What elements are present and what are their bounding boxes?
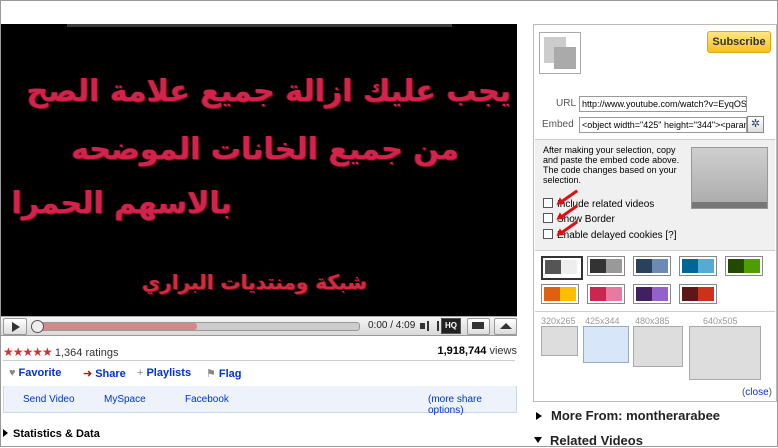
video-caption-line-3: بالاسهم الحمرا bbox=[11, 186, 232, 221]
gear-icon[interactable]: ✲ bbox=[747, 116, 764, 133]
color-swatch[interactable] bbox=[587, 284, 625, 304]
embed-preview bbox=[691, 147, 768, 209]
favorite-icon: ♥ bbox=[9, 367, 16, 379]
embed-panel: Subscribe URL http://www.youtube.com/wat… bbox=[533, 24, 777, 402]
color-swatch[interactable] bbox=[725, 256, 763, 276]
more-share-options-link[interactable]: (more share options) bbox=[428, 394, 516, 416]
collapse-arrow-icon bbox=[534, 437, 542, 443]
hq-button[interactable]: HQ bbox=[441, 318, 461, 334]
plus-icon: + bbox=[137, 367, 144, 379]
view-count: 1,918,744 views bbox=[437, 345, 517, 357]
fullscreen-button[interactable] bbox=[494, 318, 517, 335]
color-swatch[interactable] bbox=[679, 284, 717, 304]
option-show-border[interactable]: Show Border bbox=[543, 213, 615, 225]
seek-bar[interactable] bbox=[31, 320, 360, 333]
size-option-425[interactable] bbox=[583, 326, 629, 363]
expand-arrow-icon bbox=[536, 412, 542, 420]
size-options: 320x265 425x344 480x385 640x505 bbox=[535, 311, 775, 397]
color-swatch[interactable] bbox=[633, 256, 671, 276]
embed-field[interactable]: <object width="425" height="344"><param bbox=[579, 117, 747, 133]
color-swatch[interactable] bbox=[633, 284, 671, 304]
url-label: URL bbox=[556, 98, 577, 109]
seek-loaded-fill bbox=[34, 323, 197, 330]
size-option-320[interactable] bbox=[541, 326, 578, 356]
related-videos-toggle[interactable]: Related Videos bbox=[534, 433, 643, 448]
size-label-640: 640x505 bbox=[703, 316, 738, 326]
send-video-link[interactable]: Send Video bbox=[23, 394, 75, 405]
expand-arrow-icon bbox=[3, 429, 8, 437]
ratings: ★★★★★ 1,364 ratings bbox=[3, 345, 118, 359]
size-label-480: 480x385 bbox=[635, 316, 670, 326]
embed-hint: After making your selection, copy and pa… bbox=[543, 145, 680, 185]
channel-avatar[interactable] bbox=[539, 32, 581, 74]
embed-options: After making your selection, copy and pa… bbox=[535, 139, 775, 250]
size-label-425: 425x344 bbox=[585, 316, 620, 326]
time-display: 0:00 / 4:09 bbox=[368, 320, 416, 331]
close-link[interactable]: (close) bbox=[742, 387, 772, 398]
share-panel: Send Video MySpace Facebook (more share … bbox=[3, 386, 517, 416]
video-player[interactable]: يجب عليك ازالة جميع علامة الصح من جميع ا… bbox=[1, 24, 517, 316]
color-swatch[interactable] bbox=[541, 284, 579, 304]
more-from-toggle[interactable]: More From: montherarabee bbox=[536, 408, 720, 423]
subscribe-button[interactable]: Subscribe bbox=[707, 31, 771, 53]
widescreen-button[interactable] bbox=[467, 318, 490, 335]
color-swatch[interactable] bbox=[679, 256, 717, 276]
views-label: views bbox=[489, 345, 517, 357]
flag-button[interactable]: ⚑ Flag bbox=[206, 367, 242, 380]
statistics-toggle[interactable]: Statistics & Data bbox=[3, 428, 100, 440]
color-swatch[interactable] bbox=[587, 256, 625, 276]
player-controls: 0:00 / 4:09 HQ bbox=[1, 316, 517, 336]
views-number: 1,918,744 bbox=[437, 345, 487, 357]
color-swatches bbox=[535, 250, 775, 308]
video-top-line bbox=[67, 24, 452, 27]
seek-handle[interactable] bbox=[31, 320, 44, 333]
rating-stars-icon[interactable]: ★★★★★ bbox=[3, 345, 53, 359]
video-caption-line-2: من جميع الخانات الموضحه bbox=[71, 132, 459, 167]
facebook-link[interactable]: Facebook bbox=[185, 394, 229, 405]
playlists-button[interactable]: + Playlists bbox=[137, 367, 191, 379]
flag-icon: ⚑ bbox=[206, 368, 216, 380]
video-caption-line-1: يجب عليك ازالة جميع علامة الصح bbox=[26, 74, 511, 109]
url-field[interactable]: http://www.youtube.com/watch?v=EyqOSy bbox=[579, 96, 747, 112]
myspace-link[interactable]: MySpace bbox=[104, 394, 146, 405]
volume-icon[interactable] bbox=[420, 320, 439, 332]
color-swatch[interactable] bbox=[541, 256, 583, 280]
action-bar: ♥ Favorite ➜ Share + Playlists ⚑ Flag bbox=[3, 360, 515, 387]
favorite-button[interactable]: ♥ Favorite bbox=[9, 367, 61, 379]
ratings-count: 1,364 ratings bbox=[54, 347, 119, 359]
checkbox[interactable] bbox=[543, 213, 553, 223]
share-arrow-icon: ➜ bbox=[83, 368, 93, 380]
top-strip bbox=[1, 1, 777, 23]
video-caption-credit: شبكة ومنتديات البراري bbox=[142, 270, 367, 294]
checkbox[interactable] bbox=[543, 198, 553, 208]
size-option-640[interactable] bbox=[689, 326, 761, 380]
size-option-480[interactable] bbox=[633, 326, 683, 367]
share-button[interactable]: ➜ Share bbox=[83, 367, 126, 380]
embed-label: Embed bbox=[542, 119, 574, 130]
checkbox[interactable] bbox=[543, 229, 553, 239]
size-label-320: 320x265 bbox=[541, 316, 576, 326]
play-button[interactable] bbox=[3, 318, 27, 335]
